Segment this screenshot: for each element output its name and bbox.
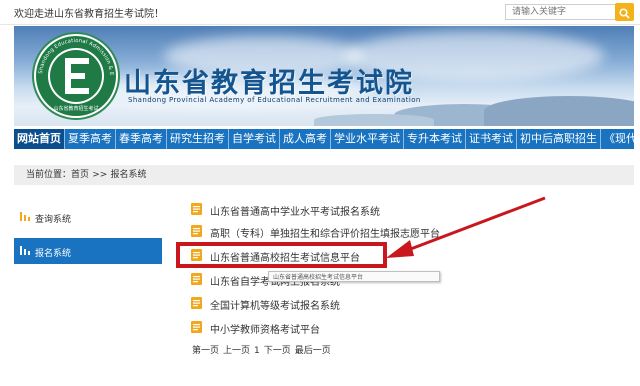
pager-current-page: 1 (254, 346, 260, 356)
welcome-text: 欢迎走进山东省教育招生考试院！ (14, 9, 164, 20)
pagination: 第一页 上一页 1 下一页 最后一页 (192, 343, 335, 356)
nav-item-adult-exam[interactable]: 成人高考 (280, 129, 331, 149)
nav-item-modern-education[interactable]: 《现代教育》 (601, 129, 640, 149)
breadcrumb-label: 当前位置： (26, 170, 72, 180)
nav-item-home[interactable]: 网站首页 (14, 129, 65, 149)
pager-prev-link[interactable]: 上一页 (223, 346, 250, 356)
list-item: 全国计算机等级考试报名系统 (190, 296, 610, 312)
site-title: 山东省教育招生考试院 (124, 68, 414, 99)
system-link-teacher-qualification[interactable]: 中小学教师资格考试平台 (210, 321, 320, 336)
search-input[interactable] (505, 4, 615, 20)
site-title-english: Shandong Provincial Academy of Education… (128, 96, 421, 104)
nav-item-self-study-exam[interactable]: 自学考试 (229, 129, 280, 149)
sidebar-item-label: 报名系统 (35, 249, 72, 259)
document-icon (191, 297, 202, 309)
list-item: 中小学教师资格考试平台 (190, 320, 610, 336)
nav-item-certificate-exam[interactable]: 证书考试 (466, 129, 517, 149)
main-nav: 网站首页 夏季高考 春季高考 研究生招考 自学考试 成人高考 学业水平考试 专升… (14, 129, 640, 149)
svg-text:山东省教育招生考试: 山东省教育招生考试 (53, 105, 98, 112)
nav-item-vocational-enrollment[interactable]: 初中后高职招生 (517, 129, 601, 149)
system-link-proficiency-registration[interactable]: 山东省普通高中学业水平考试报名系统 (210, 203, 380, 218)
pager-next-link[interactable]: 下一页 (264, 346, 291, 356)
breadcrumb-home-link[interactable]: 首页 (71, 170, 89, 180)
pager-first-link[interactable]: 第一页 (192, 346, 219, 356)
breadcrumb: 当前位置：首页 >> 报名系统 (14, 165, 634, 185)
sidebar-item-label: 查询系统 (35, 215, 72, 225)
bar-chart-icon (20, 246, 30, 255)
document-icon (191, 273, 202, 285)
header-banner: Shandong Educational Admission & Examina… (14, 26, 634, 126)
document-icon (191, 225, 202, 237)
search-button[interactable] (615, 3, 634, 21)
sidebar: 查询系统 报名系统 (14, 204, 162, 272)
document-icon (191, 203, 202, 215)
nav-item-spring-exam[interactable]: 春季高考 (116, 129, 167, 149)
top-bar: 欢迎走进山东省教育招生考试院！ (0, 0, 640, 25)
sidebar-item-query-system[interactable]: 查询系统 (14, 204, 162, 230)
sidebar-item-registration-system[interactable]: 报名系统 (14, 238, 162, 264)
nav-item-graduate-exam[interactable]: 研究生招考 (167, 129, 229, 149)
academy-logo: Shandong Educational Admission & Examina… (30, 30, 120, 120)
pager-last-link[interactable]: 最后一页 (295, 346, 331, 356)
link-tooltip: 山东省普通高校招生考试信息平台 (268, 271, 440, 282)
system-link-computer-rank-exam[interactable]: 全国计算机等级考试报名系统 (210, 297, 340, 312)
annotation-arrow (386, 196, 546, 258)
nav-item-summer-exam[interactable]: 夏季高考 (65, 129, 116, 149)
highlight-box (176, 242, 387, 268)
document-icon (191, 321, 202, 333)
breadcrumb-current: 报名系统 (110, 170, 147, 180)
search-icon (619, 8, 630, 19)
bar-chart-icon (20, 212, 30, 221)
nav-item-upgrade-exam[interactable]: 专升本考试 (404, 129, 466, 149)
breadcrumb-separator: >> (92, 170, 108, 180)
nav-item-proficiency-test[interactable]: 学业水平考试 (331, 129, 404, 149)
